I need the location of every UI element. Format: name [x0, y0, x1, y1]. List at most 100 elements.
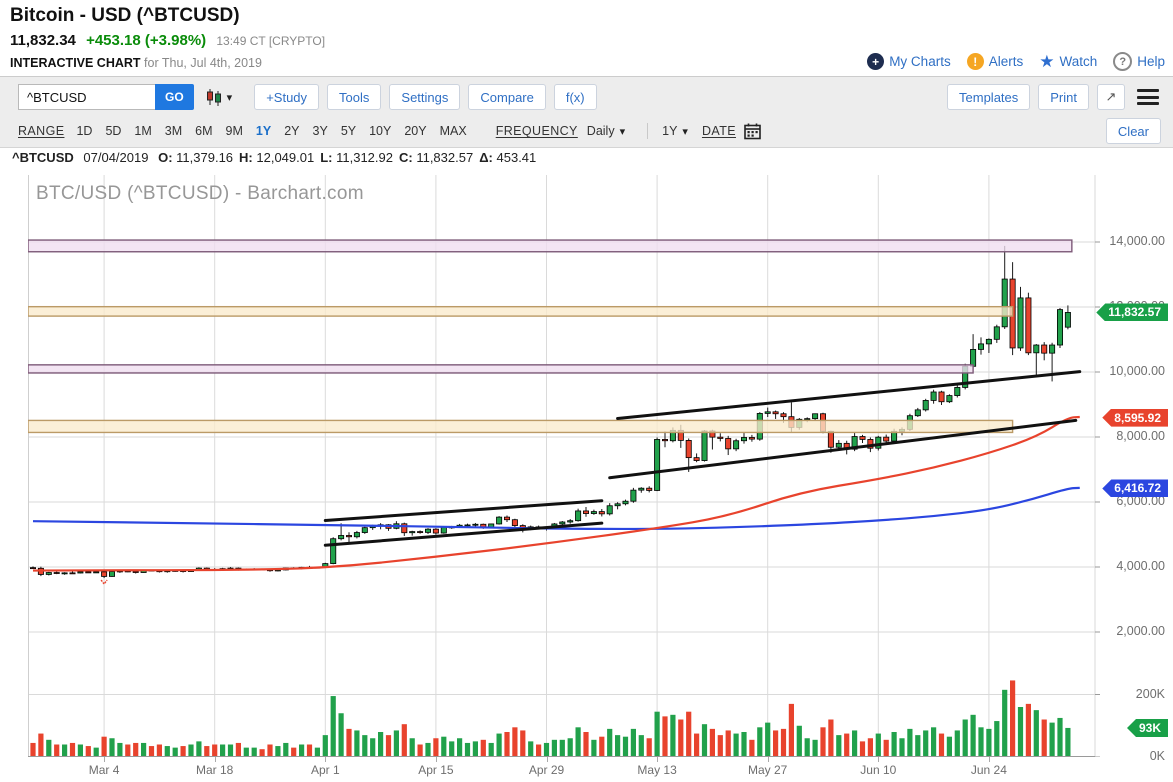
range-option-1y[interactable]: 1Y: [256, 124, 271, 138]
chevron-down-icon: ▾: [227, 91, 233, 104]
time-tick-label: Apr 29: [529, 763, 564, 777]
price-band-purple: [28, 240, 1072, 252]
range-bar: RANGE 1D 5D 1M 3M 6M 9M 1Y 2Y 3Y 5Y 10Y 20Y MAX FREQ…: [0, 116, 1173, 146]
toolbar-button-study[interactable]: +Study: [254, 84, 319, 110]
trendline: [618, 372, 1080, 419]
range-option-max[interactable]: MAX: [440, 124, 467, 138]
range-option-6m[interactable]: 6M: [195, 124, 212, 138]
time-tick-mark: [104, 757, 105, 762]
time-tick-label: Apr 15: [418, 763, 453, 777]
alerts-label: Alerts: [989, 54, 1024, 69]
price-chart-canvas[interactable]: [28, 175, 1100, 757]
volume-tick-label: 200K: [1095, 687, 1165, 701]
separator: [647, 123, 648, 139]
time-tick-mark: [547, 757, 548, 762]
price-tick-label: 4,000.00: [1095, 559, 1165, 573]
price-tick-label: 14,000.00: [1095, 234, 1165, 248]
chart-type-dropdown[interactable]: ▾: [204, 87, 233, 107]
time-tick-label: Jun 24: [971, 763, 1007, 777]
calendar-icon[interactable]: [744, 123, 761, 140]
page-title: Bitcoin - USD (^BTCUSD): [10, 5, 240, 27]
price-row: 11,832.34 +453.18 (+3.98%) 13:49 CT [CRY…: [10, 32, 325, 49]
range-label[interactable]: RANGE: [18, 124, 64, 138]
expand-button[interactable]: ↗: [1097, 84, 1125, 110]
help-label: Help: [1137, 54, 1165, 69]
time-tick-label: Mar 4: [89, 763, 120, 777]
symbol-input[interactable]: [18, 84, 155, 110]
time-tick-mark: [657, 757, 658, 762]
top-links: + My Charts ! Alerts ★ Watch ? Help: [867, 52, 1165, 71]
chart-watermark: BTC/USD (^BTCUSD) - Barchart.com: [36, 183, 364, 205]
range-option-1d[interactable]: 1D: [76, 124, 92, 138]
price-band-tan: [28, 307, 1013, 316]
time-tick-mark: [878, 757, 879, 762]
range-option-3m[interactable]: 3M: [165, 124, 182, 138]
range-option-2y[interactable]: 2Y: [284, 124, 299, 138]
time-tick-label: Mar 18: [196, 763, 233, 777]
date-label[interactable]: DATE: [702, 124, 736, 138]
time-tick-mark: [768, 757, 769, 762]
range-option-1m[interactable]: 1M: [134, 124, 151, 138]
plus-circle-icon: +: [867, 53, 884, 70]
alerts-link[interactable]: ! Alerts: [967, 53, 1024, 70]
chevron-down-icon: ▾: [682, 125, 688, 138]
price-band-purple: [28, 365, 973, 373]
range-option-9m[interactable]: 9M: [226, 124, 243, 138]
watch-link[interactable]: ★ Watch: [1039, 53, 1097, 70]
ohlc-field: Δ: 453.41: [479, 150, 536, 165]
toolbar-right-buttons: Templates Print: [947, 84, 1089, 110]
time-tick-label: May 27: [748, 763, 787, 777]
time-tick-mark: [325, 757, 326, 762]
time-tick-mark: [215, 757, 216, 762]
toolbar-row: GO ▾ +Study Tools Settings Compare f(x) Temp…: [0, 82, 1173, 112]
price-band-tan: [28, 420, 1013, 432]
toolbar-left-buttons: +Study Tools Settings Compare f(x): [254, 84, 596, 110]
range-option-10y[interactable]: 10Y: [369, 124, 391, 138]
volume-badge: 93K: [1127, 719, 1168, 737]
frequency-dropdown[interactable]: Daily ▾: [587, 124, 625, 138]
price-tick-label: 2,000.00: [1095, 624, 1165, 638]
candlestick-icon: [204, 87, 224, 107]
trendline: [325, 501, 602, 521]
ohlc-date: 07/04/2019: [83, 150, 148, 165]
time-tick-label: Apr 1: [311, 763, 340, 777]
ohlc-bar: ^BTCUSD 07/04/2019 O: 11,379.16H: 12,049…: [12, 150, 548, 165]
range-option-3y[interactable]: 3Y: [313, 124, 328, 138]
ma-fast-badge: 8,595.92: [1102, 409, 1168, 427]
toolbar-button-tools[interactable]: Tools: [327, 84, 381, 110]
volume-bars: [30, 680, 1070, 757]
interactive-chart-label: INTERACTIVE CHART: [10, 56, 141, 70]
ma-slow-line: [33, 488, 1080, 529]
chart-area: [28, 175, 1100, 757]
go-button[interactable]: GO: [155, 84, 194, 110]
range-items: 1D 5D 1M 3M 6M 9M 1Y 2Y 3Y 5Y 10Y 20Y MAX: [76, 124, 479, 138]
last-price: 11,832.34: [10, 32, 76, 49]
last-price-badge: 11,832.57: [1096, 303, 1168, 321]
ohlc-symbol: ^BTCUSD: [12, 150, 74, 165]
toolbar-button-compare[interactable]: Compare: [468, 84, 545, 110]
period-dropdown[interactable]: 1Y ▾: [662, 124, 688, 138]
toolbar-button-templates[interactable]: Templates: [947, 84, 1030, 110]
ma-slow-badge: 6,416.72: [1102, 479, 1168, 497]
chart-subtitle: INTERACTIVE CHART for Thu, Jul 4th, 2019: [10, 56, 262, 70]
range-option-5y[interactable]: 5Y: [341, 124, 356, 138]
frequency-label[interactable]: FREQUENCY: [496, 124, 578, 138]
range-option-20y[interactable]: 20Y: [404, 124, 426, 138]
watch-label: Watch: [1059, 54, 1097, 69]
range-option-5d[interactable]: 5D: [105, 124, 121, 138]
frequency-value: Daily: [587, 124, 615, 138]
toolbar-button-print[interactable]: Print: [1038, 84, 1089, 110]
my-charts-label: My Charts: [889, 54, 951, 69]
toolbar-button-settings[interactable]: Settings: [389, 84, 460, 110]
chart-date-label: for Thu, Jul 4th, 2019: [144, 56, 262, 70]
my-charts-link[interactable]: + My Charts: [867, 53, 951, 70]
alert-icon: !: [967, 53, 984, 70]
help-link[interactable]: ? Help: [1113, 52, 1165, 71]
quote-time: 13:49 CT [CRYPTO]: [216, 34, 325, 48]
clear-button[interactable]: Clear: [1106, 118, 1161, 144]
ohlc-fields: O: 11,379.16H: 12,049.01L: 11,312.92C: 1…: [158, 150, 542, 165]
menu-icon[interactable]: [1137, 89, 1159, 105]
period-value: 1Y: [662, 124, 677, 138]
toolbar-button-fx[interactable]: f(x): [554, 84, 597, 110]
volume-tick-label: 0K: [1095, 749, 1165, 763]
